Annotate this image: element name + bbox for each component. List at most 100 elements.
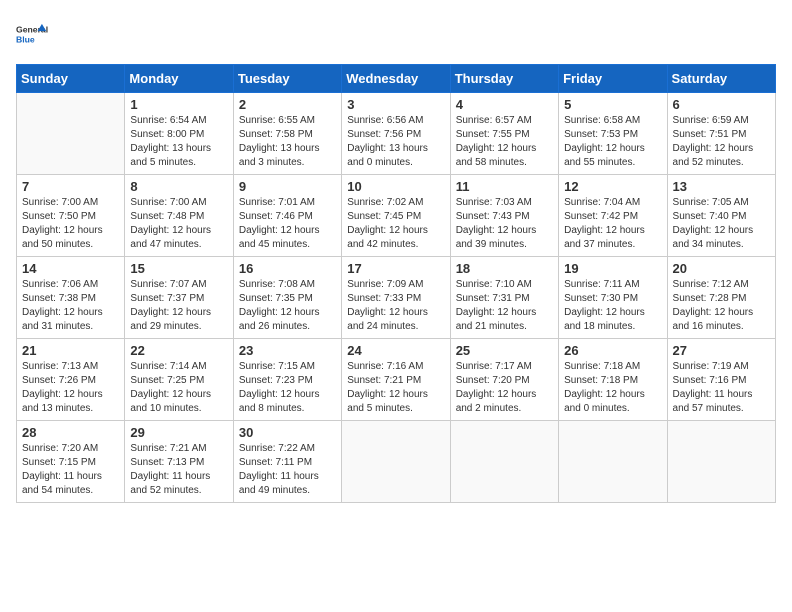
day-number: 10 — [347, 179, 444, 194]
day-number: 23 — [239, 343, 336, 358]
calendar-cell — [450, 421, 558, 503]
day-number: 7 — [22, 179, 119, 194]
day-number: 8 — [130, 179, 227, 194]
day-info: Sunrise: 7:20 AMSunset: 7:15 PMDaylight:… — [22, 442, 119, 498]
day-info: Sunrise: 7:02 AMSunset: 7:45 PMDaylight:… — [347, 196, 444, 252]
calendar-week-row: 1 Sunrise: 6:54 AMSunset: 8:00 PMDaylight… — [17, 93, 776, 175]
weekday-header: Tuesday — [233, 65, 341, 93]
day-info: Sunrise: 7:07 AMSunset: 7:37 PMDaylight:… — [130, 278, 227, 334]
calendar-cell: 27 Sunrise: 7:19 AMSunset: 7:16 PMDayligh… — [667, 339, 775, 421]
calendar-cell: 19Sunrise: 7:11 AMSunset: 7:30 PMDayligh… — [559, 257, 667, 339]
day-number: 27 — [673, 343, 770, 358]
calendar-table: SundayMondayTuesdayWednesdayThursdayFrid… — [16, 64, 776, 503]
calendar-cell: 8 Sunrise: 7:00 AMSunset: 7:48 PMDaylight… — [125, 175, 233, 257]
day-info: Sunrise: 7:16 AMSunset: 7:21 PMDaylight:… — [347, 360, 444, 416]
calendar-cell: 21 Sunrise: 7:13 AMSunset: 7:26 PMDayligh… — [17, 339, 125, 421]
day-info: Sunrise: 6:58 AMSunset: 7:53 PMDaylight:… — [564, 114, 661, 170]
calendar-cell: 10 Sunrise: 7:02 AMSunset: 7:45 PMDayligh… — [342, 175, 450, 257]
calendar-cell: 16Sunrise: 7:08 AMSunset: 7:35 PMDayligh… — [233, 257, 341, 339]
calendar-cell: 29 Sunrise: 7:21 AMSunset: 7:13 PMDayligh… — [125, 421, 233, 503]
calendar-cell: 9 Sunrise: 7:01 AMSunset: 7:46 PMDaylight… — [233, 175, 341, 257]
day-number: 9 — [239, 179, 336, 194]
calendar-cell: 4Sunrise: 6:57 AMSunset: 7:55 PMDaylight… — [450, 93, 558, 175]
calendar-week-row: 21 Sunrise: 7:13 AMSunset: 7:26 PMDayligh… — [17, 339, 776, 421]
calendar-cell — [17, 93, 125, 175]
svg-text:Blue: Blue — [16, 35, 35, 45]
day-info: Sunrise: 7:01 AMSunset: 7:46 PMDaylight:… — [239, 196, 336, 252]
day-info: Sunrise: 7:03 AMSunset: 7:43 PMDaylight:… — [456, 196, 553, 252]
day-number: 20 — [673, 261, 770, 276]
calendar-cell: 6 Sunrise: 6:59 AMSunset: 7:51 PMDaylight… — [667, 93, 775, 175]
weekday-header-row: SundayMondayTuesdayWednesdayThursdayFrid… — [17, 65, 776, 93]
day-info: Sunrise: 7:10 AMSunset: 7:31 PMDaylight:… — [456, 278, 553, 334]
calendar-cell: 28 Sunrise: 7:20 AMSunset: 7:15 PMDayligh… — [17, 421, 125, 503]
calendar-cell — [667, 421, 775, 503]
day-info: Sunrise: 7:15 AMSunset: 7:23 PMDaylight:… — [239, 360, 336, 416]
calendar-cell: 18 Sunrise: 7:10 AMSunset: 7:31 PMDayligh… — [450, 257, 558, 339]
weekday-header: Friday — [559, 65, 667, 93]
calendar-cell: 13Sunrise: 7:05 AMSunset: 7:40 PMDayligh… — [667, 175, 775, 257]
calendar-cell: 15 Sunrise: 7:07 AMSunset: 7:37 PMDayligh… — [125, 257, 233, 339]
day-info: Sunrise: 7:19 AMSunset: 7:16 PMDaylight:… — [673, 360, 770, 416]
day-info: Sunrise: 6:59 AMSunset: 7:51 PMDaylight:… — [673, 114, 770, 170]
calendar-cell: 5Sunrise: 6:58 AMSunset: 7:53 PMDaylight… — [559, 93, 667, 175]
calendar-cell — [559, 421, 667, 503]
calendar-cell: 1 Sunrise: 6:54 AMSunset: 8:00 PMDaylight… — [125, 93, 233, 175]
calendar-cell: 25 Sunrise: 7:17 AMSunset: 7:20 PMDayligh… — [450, 339, 558, 421]
calendar-cell — [342, 421, 450, 503]
day-info: Sunrise: 7:18 AMSunset: 7:18 PMDaylight:… — [564, 360, 661, 416]
day-number: 28 — [22, 425, 119, 440]
day-info: Sunrise: 7:04 AMSunset: 7:42 PMDaylight:… — [564, 196, 661, 252]
day-info: Sunrise: 7:05 AMSunset: 7:40 PMDaylight:… — [673, 196, 770, 252]
logo-icon: General Blue — [16, 16, 52, 52]
page-header: General Blue — [16, 16, 776, 52]
day-number: 4 — [456, 97, 553, 112]
day-info: Sunrise: 7:00 AMSunset: 7:48 PMDaylight:… — [130, 196, 227, 252]
weekday-header: Sunday — [17, 65, 125, 93]
day-info: Sunrise: 6:56 AMSunset: 7:56 PMDaylight:… — [347, 114, 444, 170]
calendar-cell: 20 Sunrise: 7:12 AMSunset: 7:28 PMDayligh… — [667, 257, 775, 339]
day-info: Sunrise: 7:22 AMSunset: 7:11 PMDaylight:… — [239, 442, 336, 498]
day-number: 18 — [456, 261, 553, 276]
day-number: 14 — [22, 261, 119, 276]
day-info: Sunrise: 6:54 AMSunset: 8:00 PMDaylight:… — [130, 114, 227, 170]
day-number: 24 — [347, 343, 444, 358]
calendar-cell: 30Sunrise: 7:22 AMSunset: 7:11 PMDayligh… — [233, 421, 341, 503]
day-number: 16 — [239, 261, 336, 276]
calendar-cell: 11Sunrise: 7:03 AMSunset: 7:43 PMDayligh… — [450, 175, 558, 257]
calendar-cell: 3 Sunrise: 6:56 AMSunset: 7:56 PMDaylight… — [342, 93, 450, 175]
calendar-cell: 23 Sunrise: 7:15 AMSunset: 7:23 PMDayligh… — [233, 339, 341, 421]
day-info: Sunrise: 7:12 AMSunset: 7:28 PMDaylight:… — [673, 278, 770, 334]
weekday-header: Monday — [125, 65, 233, 93]
calendar-cell: 22 Sunrise: 7:14 AMSunset: 7:25 PMDayligh… — [125, 339, 233, 421]
weekday-header: Thursday — [450, 65, 558, 93]
calendar-cell: 17 Sunrise: 7:09 AMSunset: 7:33 PMDayligh… — [342, 257, 450, 339]
weekday-header: Wednesday — [342, 65, 450, 93]
logo: General Blue — [16, 16, 52, 52]
day-info: Sunrise: 7:17 AMSunset: 7:20 PMDaylight:… — [456, 360, 553, 416]
day-number: 3 — [347, 97, 444, 112]
calendar-cell: 14Sunrise: 7:06 AMSunset: 7:38 PMDayligh… — [17, 257, 125, 339]
day-number: 21 — [22, 343, 119, 358]
calendar-cell: 2Sunrise: 6:55 AMSunset: 7:58 PMDaylight… — [233, 93, 341, 175]
calendar-week-row: 28 Sunrise: 7:20 AMSunset: 7:15 PMDayligh… — [17, 421, 776, 503]
day-info: Sunrise: 7:21 AMSunset: 7:13 PMDaylight:… — [130, 442, 227, 498]
day-info: Sunrise: 7:11 AMSunset: 7:30 PMDaylight:… — [564, 278, 661, 334]
day-info: Sunrise: 7:13 AMSunset: 7:26 PMDaylight:… — [22, 360, 119, 416]
day-number: 6 — [673, 97, 770, 112]
day-number: 15 — [130, 261, 227, 276]
day-number: 17 — [347, 261, 444, 276]
day-number: 26 — [564, 343, 661, 358]
day-number: 1 — [130, 97, 227, 112]
day-info: Sunrise: 7:09 AMSunset: 7:33 PMDaylight:… — [347, 278, 444, 334]
calendar-cell: 24 Sunrise: 7:16 AMSunset: 7:21 PMDayligh… — [342, 339, 450, 421]
day-number: 29 — [130, 425, 227, 440]
day-number: 12 — [564, 179, 661, 194]
day-info: Sunrise: 7:14 AMSunset: 7:25 PMDaylight:… — [130, 360, 227, 416]
day-number: 22 — [130, 343, 227, 358]
calendar-week-row: 14Sunrise: 7:06 AMSunset: 7:38 PMDayligh… — [17, 257, 776, 339]
calendar-week-row: 7Sunrise: 7:00 AMSunset: 7:50 PMDaylight… — [17, 175, 776, 257]
day-number: 2 — [239, 97, 336, 112]
day-number: 25 — [456, 343, 553, 358]
calendar-cell: 26 Sunrise: 7:18 AMSunset: 7:18 PMDayligh… — [559, 339, 667, 421]
